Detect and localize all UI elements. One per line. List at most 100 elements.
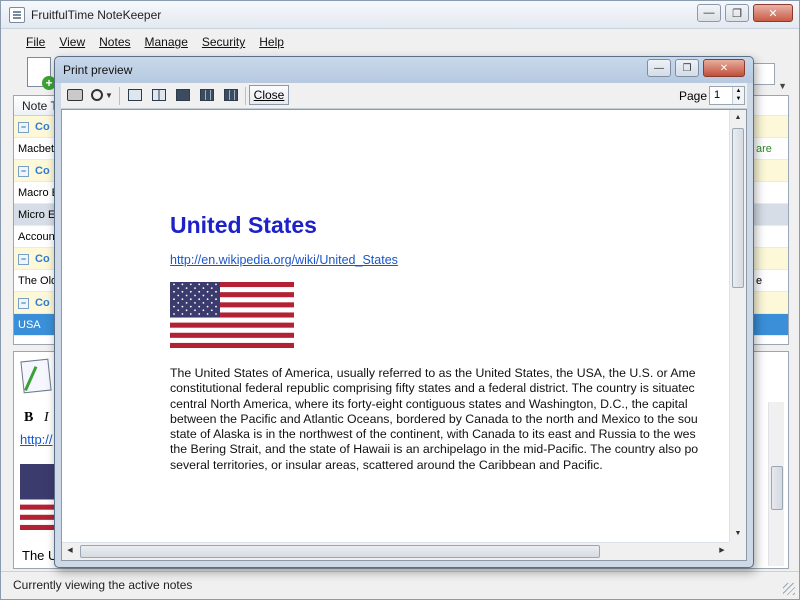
scroll-thumb[interactable] — [732, 128, 744, 288]
toolbar-overflow-icon[interactable]: ▼ — [778, 81, 787, 91]
flag-star — [202, 309, 205, 312]
preview-horizontal-scrollbar[interactable]: ◀ ▶ — [62, 542, 730, 560]
scroll-up-icon[interactable]: ▲ — [730, 110, 746, 126]
collapse-icon[interactable]: − — [18, 253, 29, 265]
row-fragment — [754, 182, 788, 204]
three-pages-icon — [176, 89, 190, 101]
flag-star — [185, 302, 188, 304]
close-dialog-icon[interactable]: ✕ — [703, 59, 745, 77]
editor-link[interactable]: http:// — [20, 432, 53, 447]
document-heading: United States — [170, 212, 317, 238]
resize-grip-icon[interactable] — [783, 583, 795, 595]
italic-button[interactable]: I — [44, 410, 49, 426]
menu-file-label: File — [26, 35, 46, 49]
document-paragraph: The United States of America, usually re… — [170, 366, 730, 473]
flag-star — [181, 283, 184, 286]
page-label: Page — [679, 89, 708, 103]
one-page-button[interactable] — [125, 86, 145, 104]
us-flag-image — [170, 282, 294, 348]
scroll-right-icon[interactable]: ▶ — [714, 543, 730, 559]
dropdown-arrow-icon: ▼ — [105, 90, 113, 100]
printer-icon — [67, 89, 83, 101]
scroll-left-icon[interactable]: ◀ — [62, 543, 78, 559]
paragraph-line: state of Alaska is in the northwest of t… — [170, 427, 696, 442]
flag-star — [210, 287, 213, 289]
flag-stripe — [170, 322, 294, 328]
flag-star — [206, 298, 209, 301]
row-fragment — [754, 248, 788, 270]
collapse-icon[interactable]: − — [18, 165, 29, 177]
flag-star — [198, 305, 201, 308]
flag-star — [202, 294, 205, 297]
flag-star — [189, 313, 192, 315]
spin-arrows-icon[interactable]: ▲ ▼ — [732, 87, 744, 104]
four-pages-icon — [200, 89, 214, 101]
menu-file[interactable]: File — [19, 35, 52, 49]
two-pages-icon — [152, 89, 166, 101]
scrollbar-corner — [729, 542, 746, 560]
edit-note-icon[interactable] — [20, 358, 52, 394]
six-pages-button[interactable] — [221, 86, 241, 104]
scroll-thumb[interactable] — [80, 545, 600, 558]
close-preview-button[interactable]: Close — [249, 85, 289, 105]
editor-scrollbar[interactable] — [768, 402, 784, 566]
one-page-icon — [128, 89, 142, 101]
menu-help[interactable]: Help — [252, 35, 291, 49]
scroll-thumb[interactable] — [771, 466, 783, 510]
flag-star — [194, 287, 196, 289]
print-preview-toolbar: ▼ Close Page 1 ▲ ▼ — [61, 83, 747, 109]
three-pages-button[interactable] — [173, 86, 193, 104]
app-title: FruitfulTime NoteKeeper — [31, 8, 162, 22]
document-link[interactable]: http://en.wikipedia.org/wiki/United_Stat… — [170, 253, 398, 267]
menubar: File View Notes Manage Security Help — [1, 31, 799, 53]
bold-button[interactable]: B — [24, 410, 33, 426]
print-button[interactable] — [65, 86, 85, 104]
menu-security[interactable]: Security — [195, 35, 252, 49]
flag-star — [173, 298, 175, 301]
collapse-icon[interactable]: − — [18, 297, 29, 309]
menu-view[interactable]: View — [52, 35, 92, 49]
print-preview-dialog: Print preview — ❐ ✕ ▼ Close Page 1 ▲ ▼ Un… — [54, 56, 754, 568]
menu-security-label: Security — [201, 35, 246, 49]
magnifier-icon — [91, 89, 103, 101]
flag-star — [173, 290, 175, 293]
page-number-spinner[interactable]: 1 ▲ ▼ — [709, 86, 745, 105]
close-window-icon[interactable]: ✕ — [753, 4, 793, 22]
page-number-value: 1 — [714, 89, 721, 101]
flag-star — [189, 290, 192, 293]
status-text: Currently viewing the active notes — [13, 578, 193, 592]
new-note-icon[interactable] — [27, 57, 56, 90]
main-window-controls: — ❐ ✕ — [697, 4, 793, 22]
four-pages-button[interactable] — [197, 86, 217, 104]
preview-page-area: United States http://en.wikipedia.org/wi… — [61, 109, 747, 561]
minimize-icon[interactable]: — — [697, 4, 721, 22]
flag-star — [173, 305, 175, 308]
close-button-label: Close — [253, 88, 285, 102]
menu-notes[interactable]: Notes — [92, 35, 137, 49]
group-label: Co — [35, 165, 50, 177]
print-preview-title: Print preview — [63, 63, 133, 77]
group-label: Co — [35, 121, 50, 133]
collapse-icon[interactable]: − — [18, 121, 29, 133]
editor-text: The U — [22, 548, 58, 563]
flag-star — [185, 309, 188, 312]
maximize-icon[interactable]: ❐ — [675, 59, 699, 77]
main-titlebar[interactable]: FruitfulTime NoteKeeper — ❐ ✕ — [1, 1, 799, 29]
flag-star — [185, 287, 188, 289]
dialog-window-controls: — ❐ ✕ — [647, 59, 745, 77]
menu-manage[interactable]: Manage — [138, 35, 195, 49]
flag-star — [173, 313, 175, 315]
preview-vertical-scrollbar[interactable]: ▲ ▼ — [729, 110, 746, 542]
restore-icon[interactable]: ❐ — [725, 4, 749, 22]
flag-star — [202, 287, 205, 289]
flag-star — [206, 283, 209, 286]
row-fragment — [754, 292, 788, 314]
zoom-dropdown[interactable]: ▼ — [103, 86, 115, 104]
scroll-down-icon[interactable]: ▼ — [730, 526, 746, 542]
print-preview-titlebar[interactable]: Print preview — ❐ ✕ — [55, 57, 753, 83]
flag-star — [181, 313, 184, 315]
flag-star — [189, 305, 192, 308]
flag-star — [215, 313, 217, 315]
two-pages-button[interactable] — [149, 86, 169, 104]
minimize-icon[interactable]: — — [647, 59, 671, 77]
